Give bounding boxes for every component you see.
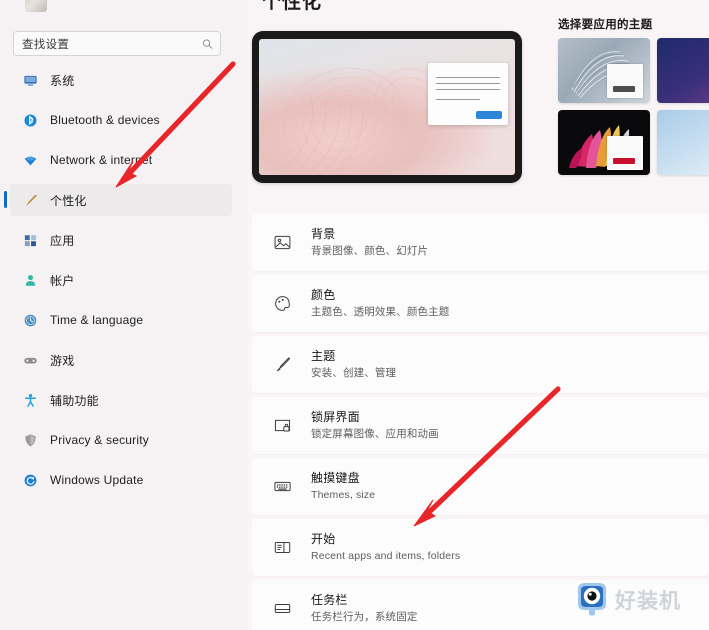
wallpaper-preview <box>259 39 515 175</box>
keyboard-icon <box>272 477 292 497</box>
picture-icon <box>272 233 292 253</box>
sidebar-item-accessibility[interactable]: 辅助功能 <box>10 384 232 416</box>
sidebar-item-time-language[interactable]: Time & language <box>10 304 232 336</box>
sidebar-item-apps[interactable]: 应用 <box>10 224 232 256</box>
apps-grid-icon <box>22 232 38 248</box>
sidebar-item-gaming[interactable]: 游戏 <box>10 344 232 376</box>
settings-row-subtitle: 锁定屏幕图像、应用和动画 <box>311 428 439 440</box>
theme-thumbnail-bloom-dark[interactable] <box>657 38 709 103</box>
device-frame <box>252 31 522 183</box>
main-content: 个性化 选择要应用的主题 背景 背景图像、颜色、幻灯片 颜色 主题色、透明效果、… <box>248 0 709 630</box>
settings-row-text: 主题 安装、创建、管理 <box>311 349 396 380</box>
sidebar-item-privacy-security[interactable]: Privacy & security <box>10 424 232 456</box>
sidebar-item-label: 应用 <box>50 233 75 248</box>
settings-row-subtitle: 主题色、透明效果、颜色主题 <box>311 306 450 318</box>
search-box[interactable] <box>13 31 221 56</box>
taskbar-icon <box>272 599 292 619</box>
navigation-sidebar: 系统 Bluetooth & devices Network & interne… <box>0 0 248 630</box>
settings-row-touch-keyboard[interactable]: 触摸键盘 Themes, size <box>252 458 709 515</box>
settings-row-text: 颜色 主题色、透明效果、颜色主题 <box>311 288 449 319</box>
settings-list: 背景 背景图像、颜色、幻灯片 颜色 主题色、透明效果、颜色主题 主题 安装、创建… <box>252 214 709 630</box>
gaming-controller-icon <box>22 352 38 368</box>
sidebar-nav-list: 系统 Bluetooth & devices Network & interne… <box>0 64 248 496</box>
settings-row-title: 开始 <box>311 532 336 546</box>
sidebar-item-label: 个性化 <box>50 193 87 208</box>
settings-row-text: 锁屏界面 锁定屏幕图像、应用和动画 <box>311 410 439 441</box>
theme-thumbnail-grid <box>558 38 709 175</box>
bluetooth-icon <box>22 112 38 128</box>
sidebar-item-windows-update[interactable]: Windows Update <box>10 464 232 496</box>
lock-screen-icon <box>272 416 292 436</box>
sidebar-item-label: 系统 <box>50 73 75 88</box>
settings-row-subtitle: Recent apps and items, folders <box>311 550 461 562</box>
update-refresh-icon <box>22 472 38 488</box>
accessibility-person-icon <box>22 392 38 408</box>
settings-row-subtitle: Themes, size <box>311 489 376 501</box>
sidebar-item-label: Network & internet <box>50 153 153 167</box>
sidebar-item-system[interactable]: 系统 <box>10 64 232 96</box>
sidebar-item-network-internet[interactable]: Network & internet <box>10 144 232 176</box>
settings-row-text: 背景 背景图像、颜色、幻灯片 <box>311 227 428 258</box>
sidebar-item-bluetooth-devices[interactable]: Bluetooth & devices <box>10 104 232 136</box>
sidebar-item-label: 游戏 <box>50 353 75 368</box>
settings-row-start[interactable]: 开始 Recent apps and items, folders <box>252 519 709 576</box>
sidebar-item-personalization[interactable]: 个性化 <box>4 184 232 216</box>
clock-globe-icon <box>22 312 38 328</box>
settings-row-title: 触摸键盘 <box>311 471 360 485</box>
sidebar-item-label: 帐户 <box>50 273 75 288</box>
settings-row-title: 背景 <box>311 227 336 241</box>
search-input[interactable] <box>22 37 212 50</box>
settings-row-subtitle: 安装、创建、管理 <box>311 367 397 379</box>
settings-row-themes[interactable]: 主题 安装、创建、管理 <box>252 336 709 393</box>
sidebar-item-accounts[interactable]: 帐户 <box>10 264 232 296</box>
watermark: 好装机 <box>573 580 681 620</box>
theme-mini-accent <box>613 86 635 92</box>
sidebar-item-label: Time & language <box>50 313 144 327</box>
settings-row-text: 触摸键盘 Themes, size <box>311 471 375 502</box>
settings-row-lock-screen[interactable]: 锁屏界面 锁定屏幕图像、应用和动画 <box>252 397 709 454</box>
theme-preview <box>252 31 522 183</box>
settings-row-background[interactable]: 背景 背景图像、颜色、幻灯片 <box>252 214 709 271</box>
settings-row-title: 主题 <box>311 349 336 363</box>
theme-picker: 选择要应用的主题 <box>558 16 709 175</box>
network-globe-icon <box>22 152 38 168</box>
system-monitor-icon <box>22 72 38 88</box>
palette-icon <box>272 294 292 314</box>
start-menu-icon <box>272 538 292 558</box>
watermark-text: 好装机 <box>615 589 681 613</box>
account-avatar[interactable] <box>25 0 47 12</box>
search-icon <box>202 38 213 49</box>
sidebar-item-label: Bluetooth & devices <box>50 113 160 127</box>
theme-thumbnail-flow[interactable] <box>558 38 650 103</box>
preview-accent-button <box>476 111 502 119</box>
theme-thumbnail-flower-dark[interactable] <box>558 110 650 175</box>
themes-heading: 选择要应用的主题 <box>558 19 653 31</box>
theme-mini-window <box>607 64 643 98</box>
settings-row-subtitle: 背景图像、颜色、幻灯片 <box>311 245 429 257</box>
account-person-icon <box>22 272 38 288</box>
preview-dialog-card <box>428 63 508 125</box>
settings-row-title: 锁屏界面 <box>311 410 360 424</box>
theme-mini-window <box>607 136 643 170</box>
settings-window: 系统 Bluetooth & devices Network & interne… <box>0 0 709 630</box>
settings-row-text: 任务栏 任务栏行为，系统固定 <box>311 593 418 624</box>
shield-icon <box>22 432 38 448</box>
settings-row-subtitle: 任务栏行为，系统固定 <box>311 611 418 623</box>
page-title: 个性化 <box>262 0 323 13</box>
settings-row-title: 任务栏 <box>311 593 348 607</box>
theme-mini-accent <box>613 158 635 164</box>
sidebar-item-label: 辅助功能 <box>50 393 99 408</box>
sidebar-item-label: Privacy & security <box>50 433 149 447</box>
eye-mascot-logo <box>578 583 606 616</box>
settings-row-title: 颜色 <box>311 288 336 302</box>
settings-row-text: 开始 Recent apps and items, folders <box>311 532 460 563</box>
paintbrush-icon <box>272 355 292 375</box>
theme-thumbnail-light-blue[interactable] <box>657 110 709 175</box>
paintbrush-icon <box>22 192 38 208</box>
settings-row-colors[interactable]: 颜色 主题色、透明效果、颜色主题 <box>252 275 709 332</box>
sidebar-item-label: Windows Update <box>50 473 144 487</box>
search-container <box>13 31 221 56</box>
